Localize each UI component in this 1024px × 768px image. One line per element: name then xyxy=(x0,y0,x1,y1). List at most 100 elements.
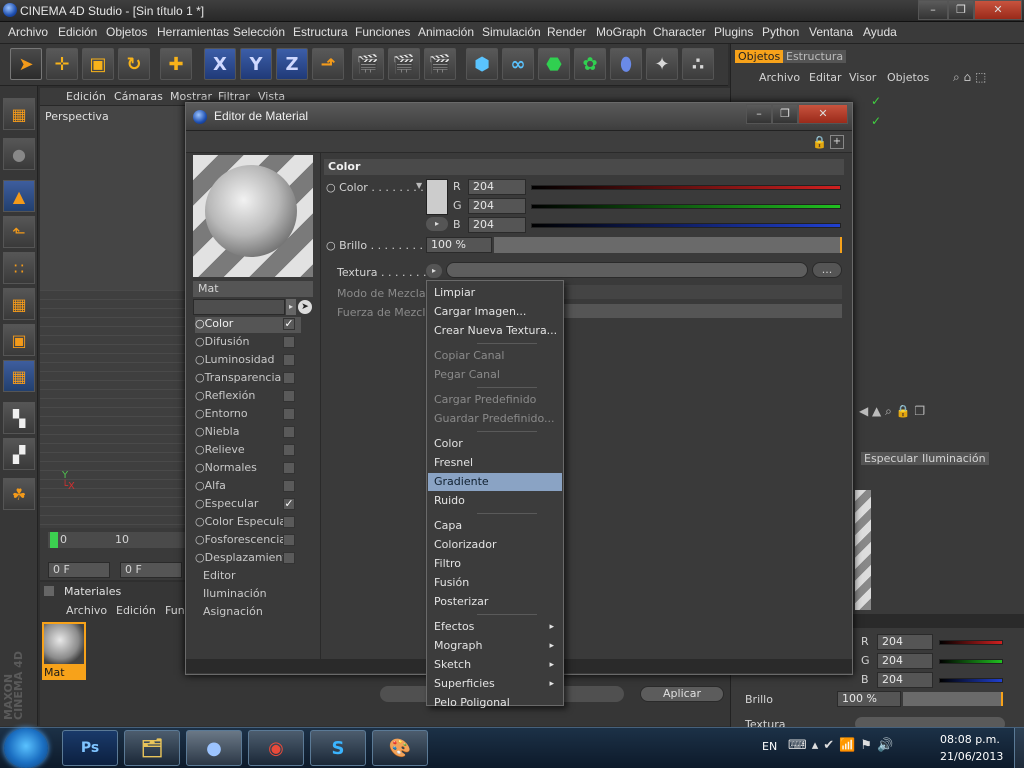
r-field[interactable]: 204 xyxy=(468,179,526,195)
aplicar-button[interactable]: Aplicar xyxy=(640,686,724,702)
channel-checkbox[interactable] xyxy=(283,552,295,564)
menu-item[interactable]: Superficies ▸ xyxy=(428,675,562,693)
menu-character[interactable]: Character xyxy=(653,25,706,39)
menu-item[interactable]: Sketch ▸ xyxy=(428,656,562,674)
pick-icon[interactable]: ➤ xyxy=(298,300,312,314)
menu-ventana[interactable]: Ventana xyxy=(809,25,853,39)
channel-item[interactable]: ○Relieve xyxy=(195,443,301,459)
maximize-button[interactable]: ❐ xyxy=(948,0,974,20)
start-button[interactable] xyxy=(4,728,48,768)
tab-estructura[interactable]: Estructura xyxy=(783,50,847,63)
channel-checkbox[interactable] xyxy=(283,534,295,546)
vp-menu-edicion[interactable]: Edición xyxy=(66,90,106,103)
photoshop-icon[interactable]: Ps xyxy=(62,730,118,766)
channel-checkbox[interactable]: ✓ xyxy=(283,498,295,510)
rp-g-slider[interactable] xyxy=(939,659,1003,664)
material-name-field[interactable]: Mat xyxy=(193,281,313,297)
tray-icons[interactable]: ⌨▴✔📶⚑🔊 xyxy=(788,738,898,753)
nurbs-icon[interactable]: ⬣ xyxy=(538,48,570,80)
menu-herramientas[interactable]: Herramientas xyxy=(157,25,229,39)
close-button[interactable]: ✕ xyxy=(974,0,1022,20)
channel-item[interactable]: ○Transparencia xyxy=(195,371,301,387)
language-indicator[interactable]: EN xyxy=(762,740,777,753)
color-mode-icon[interactable]: ▸ xyxy=(426,217,448,231)
menu-item[interactable]: Fresnel xyxy=(428,454,562,472)
rp-menu-objetos[interactable]: Objetos xyxy=(887,71,929,84)
menu-objetos[interactable]: Objetos xyxy=(106,25,147,39)
rotate-icon[interactable]: ↻ xyxy=(118,48,150,80)
menu-item[interactable]: Gradiente xyxy=(428,473,562,491)
timeline-playhead[interactable] xyxy=(50,532,58,548)
channel-item[interactable]: ○Difusión xyxy=(195,335,301,351)
channel-item[interactable]: ○Alfa xyxy=(195,479,301,495)
channel-filter-field[interactable] xyxy=(193,299,285,315)
menu-animacion[interactable]: Animación xyxy=(418,25,474,39)
tab-objetos[interactable]: Objetos xyxy=(735,50,784,63)
array-icon[interactable]: ✿ xyxy=(574,48,606,80)
scale-icon[interactable]: ▣ xyxy=(82,48,114,80)
menu-plugins[interactable]: Plugins xyxy=(714,25,753,39)
pointer-icon[interactable]: ➤ xyxy=(10,48,42,80)
particles-icon[interactable]: ∴ xyxy=(682,48,714,80)
menu-item[interactable]: Crear Nueva Textura... xyxy=(428,322,562,340)
channel-item[interactable]: ○Color Especular xyxy=(195,515,301,531)
rp-b-slider[interactable] xyxy=(939,678,1003,683)
menu-item[interactable]: Fusión xyxy=(428,574,562,592)
edges-mode-icon[interactable]: ▦ xyxy=(3,288,35,320)
menu-ayuda[interactable]: Ayuda xyxy=(863,25,897,39)
rp-menu-visor[interactable]: Visor xyxy=(849,71,876,84)
frame-start-field[interactable]: 0 F xyxy=(48,562,110,578)
rp-b-field[interactable]: 204 xyxy=(877,672,933,688)
channel-checkbox[interactable] xyxy=(283,408,295,420)
render-view-icon[interactable]: 🎬 xyxy=(352,48,384,80)
coordinate-icon[interactable]: ⬏ xyxy=(312,48,344,80)
menu-item[interactable]: Ruido xyxy=(428,492,562,510)
triangle-down-icon[interactable]: ▼ xyxy=(416,181,422,190)
mat-menu-archivo[interactable]: Archivo xyxy=(66,604,107,617)
windows-explorer-icon[interactable]: 🗂 xyxy=(124,730,180,766)
rp-r-field[interactable]: 204 xyxy=(877,634,933,650)
arrow-right-icon[interactable]: ▸ xyxy=(286,299,296,315)
rp-brillo-field[interactable]: 100 % xyxy=(837,691,901,707)
crosshair-icon[interactable]: ✚ xyxy=(160,48,192,80)
brillo-field[interactable]: 100 % xyxy=(426,237,492,253)
lock-icon[interactable]: 🔒 xyxy=(812,135,827,149)
attr-tab-iluminacion[interactable]: Iluminación xyxy=(919,452,989,465)
scene-icon[interactable]: ✦ xyxy=(646,48,678,80)
channel-checkbox[interactable] xyxy=(283,480,295,492)
menu-seleccion[interactable]: Selección xyxy=(233,25,285,39)
z-axis-icon[interactable]: Z xyxy=(276,48,308,80)
axis-mode-icon[interactable]: ⬑ xyxy=(3,216,35,248)
channel-item[interactable]: ○Especular ✓ xyxy=(195,497,301,513)
attr-toolbar-icons[interactable]: ◀ ▲ ⌕ 🔒 ❐ xyxy=(859,404,925,419)
b-field[interactable]: 204 xyxy=(468,217,526,233)
model-mode-icon[interactable]: ▲ xyxy=(3,180,35,212)
skype-icon[interactable]: S xyxy=(310,730,366,766)
rp-menu-archivo[interactable]: Archivo xyxy=(759,71,800,84)
rp-r-slider[interactable] xyxy=(939,640,1003,645)
cinema4d-icon[interactable]: ● xyxy=(186,730,242,766)
panel-grip-icon[interactable] xyxy=(44,586,54,596)
b-slider[interactable] xyxy=(531,223,841,228)
points-mode-icon[interactable]: ∷ xyxy=(3,252,35,284)
menu-item[interactable]: Color xyxy=(428,435,562,453)
layout-icon[interactable]: ▦ xyxy=(3,98,35,130)
sphere-mode-icon[interactable]: ● xyxy=(3,138,35,170)
channel-item[interactable]: ○Fosforescencia xyxy=(195,533,301,549)
menu-item[interactable]: Capa xyxy=(428,517,562,535)
channel-item[interactable]: ○Niebla xyxy=(195,425,301,441)
menu-funciones[interactable]: Funciones xyxy=(355,25,410,39)
texture-browse-button[interactable]: ... xyxy=(812,262,842,278)
material-thumbnail[interactable] xyxy=(42,622,86,666)
channel-checkbox[interactable]: ✓ xyxy=(283,318,295,330)
material-preview[interactable] xyxy=(193,155,313,277)
channel-item[interactable]: ○Entorno xyxy=(195,407,301,423)
spline-icon[interactable]: ∞ xyxy=(502,48,534,80)
menu-simulacion[interactable]: Simulación xyxy=(482,25,541,39)
channel-item[interactable]: ○Desplazamiento xyxy=(195,551,301,567)
menu-item[interactable]: Efectos ▸ xyxy=(428,618,562,636)
menu-item[interactable]: Posterizar xyxy=(428,593,562,611)
minimize-button[interactable]: – xyxy=(918,0,948,20)
close-button[interactable]: ✕ xyxy=(798,104,848,124)
show-desktop-button[interactable] xyxy=(1014,728,1024,768)
